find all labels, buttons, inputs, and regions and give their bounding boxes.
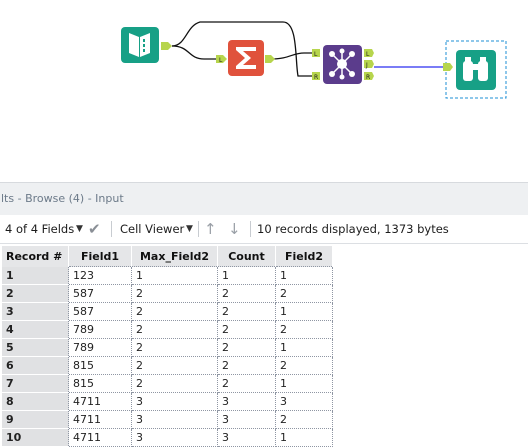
table-cell[interactable]: 1 bbox=[131, 266, 218, 285]
table-row: 5 789 2 2 1 bbox=[2, 338, 333, 357]
table-row: 1 123 1 1 1 bbox=[2, 266, 333, 285]
results-window-header: lts - Browse (4) - Input bbox=[0, 182, 528, 215]
arrow-up-icon[interactable]: ↑ bbox=[204, 215, 217, 243]
browse-tool[interactable] bbox=[443, 40, 507, 99]
table-cell[interactable]: 1 bbox=[275, 374, 333, 393]
table-cell[interactable]: 2 bbox=[275, 320, 333, 339]
table-cell[interactable]: 1 bbox=[275, 302, 333, 321]
table-cell[interactable]: 3 bbox=[217, 392, 276, 411]
table-cell[interactable]: 2 bbox=[131, 338, 218, 357]
table-cell[interactable]: 2 bbox=[275, 356, 333, 375]
table-cell[interactable]: 2 bbox=[131, 374, 218, 393]
table-cell[interactable]: 815 bbox=[68, 356, 132, 375]
table-cell[interactable]: 3 bbox=[131, 428, 218, 447]
record-number: 7 bbox=[2, 374, 69, 393]
input-data-tool[interactable] bbox=[121, 27, 172, 63]
join-out-right-label: R bbox=[366, 74, 370, 81]
table-cell[interactable]: 2 bbox=[217, 356, 276, 375]
table-cell[interactable]: 2 bbox=[217, 302, 276, 321]
toolbar-divider bbox=[111, 221, 112, 237]
column-header[interactable]: Record # bbox=[2, 246, 69, 267]
checkmark-icon[interactable]: ✔ bbox=[88, 215, 101, 243]
fields-dropdown-caret-icon[interactable]: ▼ bbox=[76, 215, 83, 243]
table-cell[interactable]: 789 bbox=[68, 338, 132, 357]
record-number: 4 bbox=[2, 320, 69, 339]
records-info: 10 records displayed, 1373 bytes bbox=[257, 222, 449, 236]
table-cell[interactable]: 2 bbox=[217, 338, 276, 357]
summarize-tool[interactable]: L bbox=[216, 40, 275, 76]
connection-input-to-summarize bbox=[171, 45, 216, 60]
table-cell[interactable]: 789 bbox=[68, 320, 132, 339]
toolbar-divider bbox=[198, 221, 199, 237]
join-tool[interactable]: L R L J R bbox=[312, 45, 374, 84]
join-out-join-label: J bbox=[365, 62, 368, 69]
record-number: 10 bbox=[2, 428, 69, 447]
results-window-title: lts - Browse (4) - Input bbox=[1, 192, 124, 205]
table-cell[interactable]: 3 bbox=[131, 392, 218, 411]
table-cell[interactable]: 4711 bbox=[68, 392, 132, 411]
view-dropdown-caret-icon[interactable]: ▼ bbox=[186, 215, 193, 243]
table-cell[interactable]: 2 bbox=[217, 374, 276, 393]
table-cell[interactable]: 1 bbox=[275, 338, 333, 357]
table-cell[interactable]: 4711 bbox=[68, 410, 132, 429]
record-number: 3 bbox=[2, 302, 69, 321]
column-header[interactable]: Field2 bbox=[275, 246, 333, 267]
table-cell[interactable]: 2 bbox=[275, 284, 333, 303]
table-row: 4 789 2 2 2 bbox=[2, 320, 333, 339]
results-toolbar: 4 of 4 Fields ▼ ✔ Cell Viewer ▼ ↑ ↓ 10 r… bbox=[0, 215, 528, 244]
table-cell[interactable]: 2 bbox=[217, 320, 276, 339]
fields-selector[interactable]: 4 of 4 Fields bbox=[5, 215, 74, 243]
table-cell[interactable]: 587 bbox=[68, 302, 132, 321]
column-header[interactable]: Max_Field2 bbox=[131, 246, 218, 267]
record-number: 6 bbox=[2, 356, 69, 375]
table-cell[interactable]: 1 bbox=[217, 266, 276, 285]
table-cell[interactable]: 3 bbox=[275, 392, 333, 411]
record-number: 1 bbox=[2, 266, 69, 285]
table-cell[interactable]: 3 bbox=[217, 428, 276, 447]
record-number: 2 bbox=[2, 284, 69, 303]
table-cell[interactable]: 2 bbox=[131, 320, 218, 339]
table-row: 9 4711 3 3 2 bbox=[2, 410, 333, 429]
data-table: Record # Field1 Max_Field2 Count Field2 … bbox=[2, 246, 333, 447]
table-header-row: Record # Field1 Max_Field2 Count Field2 bbox=[2, 246, 333, 267]
table-row: 7 815 2 2 1 bbox=[2, 374, 333, 393]
connection-summarize-to-join-left bbox=[269, 52, 312, 60]
record-number: 8 bbox=[2, 392, 69, 411]
table-cell[interactable]: 2 bbox=[217, 284, 276, 303]
table-row: 6 815 2 2 2 bbox=[2, 356, 333, 375]
table-cell[interactable]: 2 bbox=[275, 410, 333, 429]
workflow-canvas[interactable]: L L R L J R bbox=[0, 0, 528, 182]
table-cell[interactable]: 1 bbox=[275, 428, 333, 447]
table-cell[interactable]: 2 bbox=[131, 284, 218, 303]
join-right-anchor-label: R bbox=[314, 74, 318, 81]
workflow-diagram: L L R L J R bbox=[121, 21, 507, 99]
record-number: 5 bbox=[2, 338, 69, 357]
table-cell[interactable]: 1 bbox=[275, 266, 333, 285]
input-output-anchor bbox=[161, 42, 172, 50]
table-cell[interactable]: 4711 bbox=[68, 428, 132, 447]
table-cell[interactable]: 2 bbox=[131, 356, 218, 375]
table-cell[interactable]: 123 bbox=[68, 266, 132, 285]
results-grid: Record # Field1 Max_Field2 Count Field2 … bbox=[0, 244, 528, 448]
browse-input-anchor bbox=[443, 63, 453, 71]
table-cell[interactable]: 2 bbox=[131, 302, 218, 321]
arrow-down-icon[interactable]: ↓ bbox=[228, 215, 241, 243]
table-row: 2 587 2 2 2 bbox=[2, 284, 333, 303]
table-cell[interactable]: 3 bbox=[217, 410, 276, 429]
table-cell[interactable]: 587 bbox=[68, 284, 132, 303]
summarize-output-anchor bbox=[265, 55, 275, 63]
table-cell[interactable]: 815 bbox=[68, 374, 132, 393]
table-row: 3 587 2 2 1 bbox=[2, 302, 333, 321]
column-header[interactable]: Field1 bbox=[68, 246, 132, 267]
toolbar-divider bbox=[250, 221, 251, 237]
table-row: 8 4711 3 3 3 bbox=[2, 392, 333, 411]
column-header[interactable]: Count bbox=[217, 246, 276, 267]
table-row: 10 4711 3 3 1 bbox=[2, 428, 333, 447]
view-selector[interactable]: Cell Viewer bbox=[120, 215, 184, 243]
table-cell[interactable]: 3 bbox=[131, 410, 218, 429]
record-number: 9 bbox=[2, 410, 69, 429]
